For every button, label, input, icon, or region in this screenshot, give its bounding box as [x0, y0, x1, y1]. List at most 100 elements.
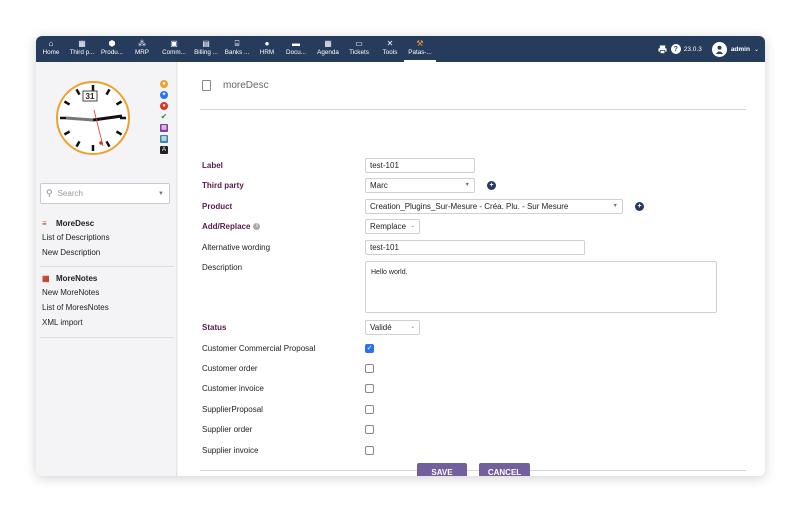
- sidebar-section-morenotes: ▦ MoreNotes New MoreNotes List of MoresN…: [42, 272, 172, 330]
- chevron-down-icon[interactable]: ⌄: [754, 46, 759, 53]
- form-row-status: Status Validé ⌄: [202, 319, 420, 335]
- form-row-third-party: Third party Marc ▼ +: [202, 177, 496, 193]
- menu-item-commerce[interactable]: ▣ Comm...: [158, 36, 190, 62]
- form-row-label: Label test-101: [202, 157, 475, 173]
- sidebar-link-list-morenotes[interactable]: List of MoresNotes: [42, 300, 172, 315]
- clock-date: 31: [85, 92, 95, 101]
- form-row-product: Product Creation_Plugins_Sur-Mesure - Cr…: [202, 198, 644, 214]
- chevron-down-icon: ▼: [612, 203, 618, 209]
- clock-widget: 31: [55, 80, 131, 156]
- user-avatar-icon[interactable]: [711, 41, 727, 57]
- sidebar-link-new-morenotes[interactable]: New MoreNotes: [42, 285, 172, 300]
- sidebar-link-new-description[interactable]: New Description: [42, 245, 172, 260]
- search-placeholder: Search: [57, 189, 83, 198]
- customer-order-checkbox[interactable]: [365, 363, 374, 373]
- checkbox-row: SupplierProposal: [202, 401, 374, 417]
- supplier-order-checkbox[interactable]: [365, 424, 374, 434]
- field-label: Label: [202, 160, 223, 170]
- page-title: moreDesc: [223, 80, 269, 91]
- home-icon: ⌂: [48, 39, 54, 48]
- menu-item-products[interactable]: ⬢ Produ...: [98, 36, 126, 62]
- user-name[interactable]: admin: [731, 46, 750, 53]
- menu-item-tools[interactable]: ✕ Tools: [378, 36, 402, 62]
- tools-icon: ✕: [386, 39, 394, 48]
- field-label: Description: [202, 262, 243, 272]
- add-third-party-icon[interactable]: +: [487, 180, 496, 190]
- chevron-down-icon: ⌄: [410, 324, 415, 330]
- menu-item-mrp[interactable]: ⁂ MRP: [131, 36, 153, 62]
- sidebar-divider: [40, 266, 174, 267]
- morenotes-module-icon: ▦: [42, 274, 50, 283]
- checkbox-label: Customer Commercial Proposal: [202, 343, 316, 353]
- user-tie-icon: ●: [264, 39, 270, 48]
- menu-item-billing[interactable]: ▤ Billing ...: [191, 36, 221, 62]
- field-label: Alternative wording: [202, 242, 271, 252]
- menu-item-third-party[interactable]: ▦ Third p...: [66, 36, 98, 62]
- field-label: Product: [202, 201, 233, 211]
- menu-item-agenda[interactable]: ▦ Agenda: [314, 36, 342, 62]
- suitcase-icon: ▣: [170, 39, 178, 48]
- menu-item-banks[interactable]: ⌸ Banks ...: [222, 36, 252, 62]
- sidebar-link-xml-import[interactable]: XML import: [42, 315, 172, 330]
- customer-commercial-proposal-checkbox[interactable]: ✓: [365, 343, 374, 353]
- translate-icon[interactable]: A: [160, 146, 168, 154]
- ticket-icon: ▭: [355, 39, 363, 48]
- clock-status-icon[interactable]: ●: [160, 80, 168, 88]
- status-select[interactable]: Validé ⌄: [365, 319, 420, 335]
- save-button[interactable]: SAVE: [417, 463, 467, 476]
- hammer-icon: ⚒: [416, 39, 424, 48]
- checkbox-row: Customer Commercial Proposal ✓: [202, 340, 374, 356]
- header-divider: [200, 109, 746, 110]
- compass-icon[interactable]: ✦: [160, 91, 168, 99]
- calendar-icon: ▦: [324, 39, 332, 48]
- calculator-icon[interactable]: ▦: [160, 124, 168, 132]
- top-menu-bar: ⌂ Home ▦ Third p... ⬢ Produ... ⁂ MRP ▣ C…: [36, 36, 765, 62]
- product-select[interactable]: Creation_Plugins_Sur-Mesure - Créa. Plu.…: [365, 198, 623, 214]
- sidebar-section-moredesc: ≡ MoreDesc List of Descriptions New Desc…: [42, 217, 172, 260]
- sidebar-link-list-descriptions[interactable]: List of Descriptions: [42, 230, 172, 245]
- moredesc-module-icon: ≡: [42, 219, 47, 228]
- checkbox-row: Supplier invoice: [202, 442, 374, 458]
- supplier-proposal-checkbox[interactable]: [365, 404, 374, 414]
- user-check-icon[interactable]: ✔: [160, 113, 168, 121]
- stopwatch-icon[interactable]: ●: [160, 102, 168, 110]
- field-label: Third party: [202, 180, 244, 190]
- version-label: 23.0.3: [683, 45, 702, 53]
- info-icon[interactable]: i: [253, 222, 261, 230]
- menu-item-documents[interactable]: ▬ Docu...: [282, 36, 310, 62]
- field-label: Status: [202, 322, 227, 332]
- supplier-invoice-checkbox[interactable]: [365, 445, 374, 455]
- help-icon[interactable]: ?: [670, 44, 681, 54]
- sidebar-section-title[interactable]: ≡ MoreDesc: [42, 217, 172, 230]
- menu-item-home[interactable]: ⌂ Home: [40, 36, 62, 62]
- cubes-icon: ⁂: [138, 39, 146, 48]
- menu-item-tickets[interactable]: ▭ Tickets: [345, 36, 373, 62]
- field-label: Add/Replace i: [202, 222, 365, 231]
- checkbox-label: Customer invoice: [202, 383, 264, 393]
- page-header: moreDesc: [202, 80, 269, 91]
- chevron-down-icon: ▼: [158, 190, 164, 197]
- menu-item-hrm[interactable]: ● HRM: [256, 36, 278, 62]
- checkbox-label: Customer order: [202, 363, 258, 373]
- sidebar-section-title[interactable]: ▦ MoreNotes: [42, 272, 172, 285]
- building-icon: ▦: [78, 39, 86, 48]
- add-product-icon[interactable]: +: [635, 201, 644, 211]
- cancel-button[interactable]: CANCEL: [479, 463, 530, 476]
- checkbox-label: SupplierProposal: [202, 404, 263, 414]
- customer-invoice-checkbox[interactable]: [365, 383, 374, 393]
- label-input[interactable]: test-101: [365, 157, 475, 173]
- chevron-down-icon: ⌄: [410, 223, 415, 229]
- description-textarea[interactable]: Hello world.: [365, 261, 717, 313]
- left-sidebar: 31 ● ✦ ● ✔ ▦ ▦ A ⚲ Search ▼ ≡ MoreDesc L…: [36, 62, 177, 476]
- table-icon[interactable]: ▦: [160, 135, 168, 143]
- add-replace-select[interactable]: Remplace ⌄: [365, 218, 420, 234]
- sidebar-divider: [40, 337, 174, 338]
- checkbox-label: Supplier order: [202, 424, 253, 434]
- print-icon[interactable]: [658, 44, 668, 54]
- third-party-select[interactable]: Marc ▼: [365, 177, 475, 193]
- form-row-description: Description: [202, 259, 365, 275]
- sidebar-search[interactable]: ⚲ Search ▼: [40, 183, 170, 204]
- alternative-wording-input[interactable]: test-101: [365, 239, 585, 255]
- menu-item-patas[interactable]: ⚒ Patas-...: [404, 36, 436, 62]
- status-icon-column: ● ✦ ● ✔ ▦ ▦ A: [160, 80, 170, 157]
